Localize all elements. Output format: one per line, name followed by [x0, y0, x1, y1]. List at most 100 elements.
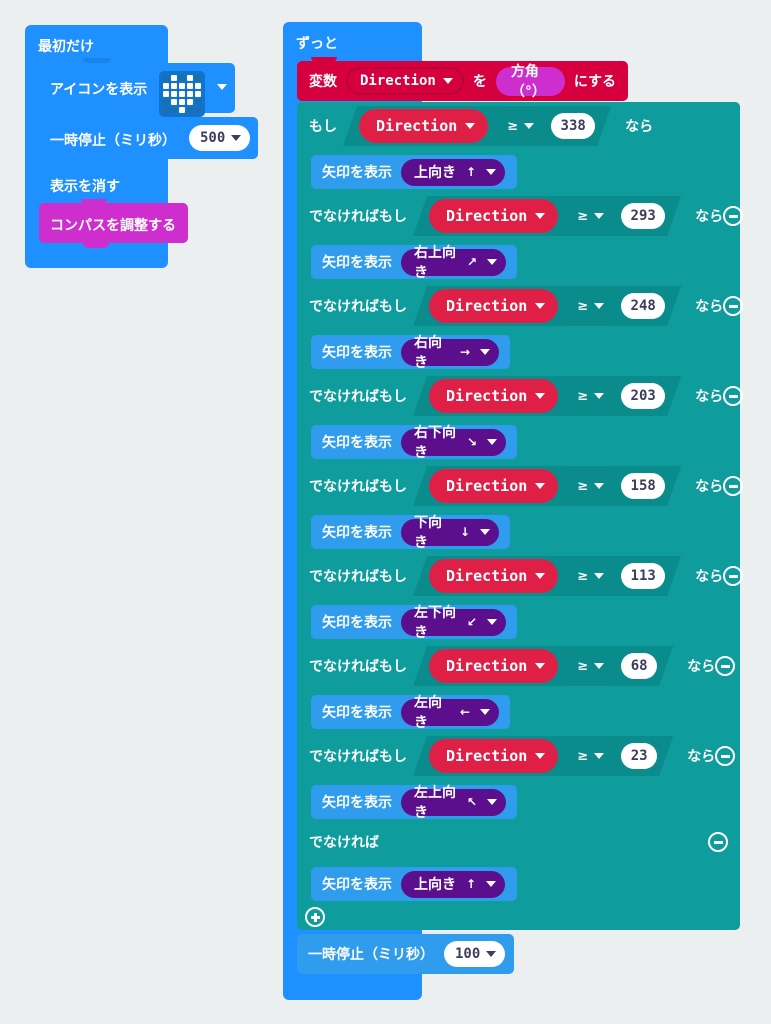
comparison-block-2[interactable]: Direction ≥ 248 — [413, 286, 681, 326]
threshold-input-0[interactable]: 338 — [551, 113, 596, 139]
show-arrow-block-5[interactable]: 矢印を表示 左下向き ↙ — [311, 605, 517, 641]
show-arrow-block-8[interactable]: 矢印を表示 上向き ↑ — [311, 867, 517, 901]
arrow-direction-dropdown[interactable]: 上向き ↑ — [401, 870, 505, 898]
variable-reporter[interactable]: Direction — [429, 559, 559, 593]
pause-value-dropdown[interactable]: 500 — [189, 125, 251, 151]
chevron-down-icon — [594, 393, 605, 399]
remove-branch-button-else[interactable] — [708, 832, 728, 852]
compass-heading-block[interactable]: 方角（°） — [495, 64, 565, 100]
arrow-direction-dropdown[interactable]: 左下向き ↙ — [401, 605, 506, 641]
show-arrow-block-3[interactable]: 矢印を表示 右下向き ↘ — [311, 425, 517, 461]
elseif-row-3[interactable]: でなければもし Direction ≥ 203 なら — [297, 372, 744, 420]
chevron-down-icon — [524, 123, 535, 129]
operator-symbol: ≥ — [577, 478, 589, 494]
comparison-block-5[interactable]: Direction ≥ 113 — [413, 556, 681, 596]
chevron-down-icon — [535, 303, 546, 309]
comparison-block-6[interactable]: Direction ≥ 68 — [413, 646, 673, 686]
arrow-direction-dropdown[interactable]: 下向き ↓ — [401, 515, 499, 551]
operator-dropdown[interactable]: ≥ — [497, 110, 543, 142]
if-row-0[interactable]: もし Direction ≥ 338 なら — [297, 102, 740, 150]
arrow-direction-dropdown[interactable]: 上向き ↑ — [401, 158, 505, 186]
remove-branch-button-2[interactable] — [723, 296, 744, 316]
show-icon-block[interactable]: アイコンを表示 — [39, 58, 235, 117]
then-keyword: なら — [695, 299, 724, 315]
operator-dropdown[interactable]: ≥ — [567, 740, 613, 772]
arrow-direction-dropdown[interactable]: 左向き ← — [401, 695, 499, 731]
operator-dropdown[interactable]: ≥ — [567, 200, 613, 232]
pause-value-dropdown[interactable]: 100 — [444, 941, 506, 967]
heart-icon[interactable] — [159, 71, 205, 117]
remove-branch-button-6[interactable] — [715, 656, 736, 676]
variable-reporter[interactable]: Direction — [429, 649, 559, 683]
elseif-row-1[interactable]: でなければもし Direction ≥ 293 なら — [297, 192, 744, 240]
blocks-canvas[interactable]: 最初だけ アイコンを表示 一時停止（ミリ秒） 500 表示を消す コンパスを調整… — [0, 0, 771, 1024]
variable-reporter[interactable]: Direction — [429, 739, 559, 773]
comparison-block-1[interactable]: Direction ≥ 293 — [413, 196, 681, 236]
show-arrow-block-4[interactable]: 矢印を表示 下向き ↓ — [311, 515, 510, 551]
show-arrow-block-1[interactable]: 矢印を表示 右上向き ↗ — [311, 245, 517, 281]
threshold-input-6[interactable]: 68 — [621, 653, 658, 679]
elseif-row-6[interactable]: でなければもし Direction ≥ 68 なら — [297, 642, 740, 690]
variable-reporter[interactable]: Direction — [429, 199, 559, 233]
remove-branch-button-3[interactable] — [723, 386, 744, 406]
arrow-direction-dropdown[interactable]: 右向き → — [401, 335, 499, 371]
operator-symbol: ≥ — [577, 298, 589, 314]
chevron-down-icon — [535, 753, 546, 759]
elseif-row-2[interactable]: でなければもし Direction ≥ 248 なら — [297, 282, 744, 330]
show-arrow-block-7[interactable]: 矢印を表示 左上向き ↖ — [311, 785, 517, 821]
else-row[interactable]: でなければ — [297, 822, 740, 862]
arrow-direction-dropdown[interactable]: 左上向き ↖ — [401, 785, 506, 821]
pause-value: 100 — [455, 946, 481, 962]
show-arrow-label: 矢印を表示 — [322, 345, 392, 361]
elseif-row-7[interactable]: でなければもし Direction ≥ 23 なら — [297, 732, 740, 780]
arrow-down-icon: ↓ — [459, 525, 471, 539]
arrow-down-right-icon: ↘ — [466, 435, 478, 449]
show-arrow-block-6[interactable]: 矢印を表示 左向き ← — [311, 695, 510, 731]
arrow-direction-dropdown[interactable]: 右上向き ↗ — [401, 245, 506, 281]
threshold-input-4[interactable]: 158 — [621, 473, 666, 499]
remove-branch-button-4[interactable] — [723, 476, 744, 496]
add-branch-button[interactable] — [305, 907, 325, 927]
variable-reporter[interactable]: Direction — [429, 469, 559, 503]
remove-branch-button-5[interactable] — [723, 566, 744, 586]
calibrate-compass-block[interactable]: コンパスを調整する — [39, 199, 188, 248]
operator-dropdown[interactable]: ≥ — [567, 290, 613, 322]
variable-reporter[interactable]: Direction — [359, 109, 489, 143]
threshold-input-1[interactable]: 293 — [621, 203, 666, 229]
chevron-down-icon[interactable] — [217, 84, 227, 90]
comparison-block-0[interactable]: Direction ≥ 338 — [343, 106, 611, 146]
show-arrow-block-2[interactable]: 矢印を表示 右向き → — [311, 335, 510, 371]
variable-reporter[interactable]: Direction — [429, 379, 559, 413]
variable-name: Direction — [446, 657, 528, 675]
threshold-input-7[interactable]: 23 — [621, 743, 658, 769]
elseif-row-4[interactable]: でなければもし Direction ≥ 158 なら — [297, 462, 744, 510]
elseif-row-5[interactable]: でなければもし Direction ≥ 113 なら — [297, 552, 744, 600]
if-block-footer[interactable] — [297, 904, 740, 930]
set-variable-block[interactable]: 変数 Direction を 方角（°） にする — [297, 57, 628, 101]
chevron-down-icon — [535, 393, 546, 399]
operator-dropdown[interactable]: ≥ — [567, 560, 613, 592]
threshold-input-5[interactable]: 113 — [621, 563, 666, 589]
remove-branch-button-7[interactable] — [715, 746, 736, 766]
operator-dropdown[interactable]: ≥ — [567, 470, 613, 502]
elseif-keyword: でなければもし — [309, 479, 407, 495]
variable-dropdown[interactable]: Direction — [346, 67, 464, 95]
pause-block-100[interactable]: 一時停止（ミリ秒） 100 — [297, 934, 514, 974]
operator-dropdown[interactable]: ≥ — [567, 650, 613, 682]
remove-branch-button-1[interactable] — [723, 206, 744, 226]
variable-reporter[interactable]: Direction — [429, 289, 559, 323]
threshold-input-3[interactable]: 203 — [621, 383, 666, 409]
arrow-direction-dropdown[interactable]: 右下向き ↘ — [401, 425, 506, 461]
comparison-block-3[interactable]: Direction ≥ 203 — [413, 376, 681, 416]
comparison-block-7[interactable]: Direction ≥ 23 — [413, 736, 673, 776]
arrow-down-left-icon: ↙ — [466, 615, 478, 629]
variable-name: Direction — [376, 117, 458, 135]
chevron-down-icon — [486, 881, 496, 887]
led-matrix — [163, 75, 201, 113]
operator-dropdown[interactable]: ≥ — [567, 380, 613, 412]
set-variable-suffix: にする — [573, 74, 616, 90]
pause-block-500[interactable]: 一時停止（ミリ秒） 500 — [39, 117, 258, 159]
comparison-block-4[interactable]: Direction ≥ 158 — [413, 466, 681, 506]
threshold-input-2[interactable]: 248 — [621, 293, 666, 319]
show-arrow-block-0[interactable]: 矢印を表示 上向き ↑ — [311, 155, 517, 189]
